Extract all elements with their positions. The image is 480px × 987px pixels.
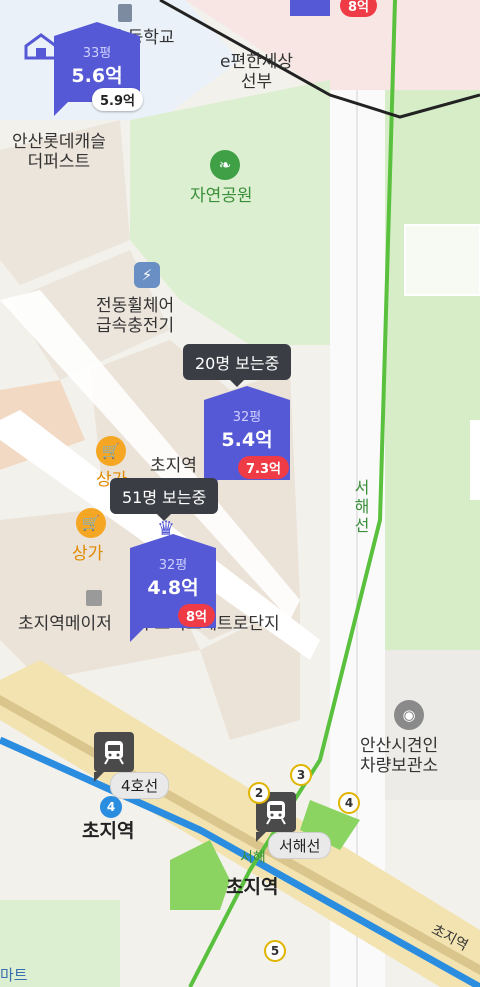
label-rail-west: 서해선	[354, 478, 370, 536]
marker-roof	[54, 22, 140, 36]
exit-badge-5: 5	[264, 940, 286, 962]
marker-tail	[130, 628, 144, 642]
shopping-cart-icon: 🛒	[96, 436, 126, 466]
marker-size: 33평	[82, 46, 112, 61]
landmark-icon	[118, 4, 132, 22]
label-park: 자연공원	[190, 186, 253, 206]
viewers-tooltip-2: 51명 보는중	[110, 478, 219, 521]
marker-roof	[130, 534, 216, 548]
landmark-icon-3: ◉	[394, 700, 424, 730]
line4-chip[interactable]: 4호선	[110, 772, 170, 799]
label-church: e편한세상 선부	[220, 52, 294, 93]
label-vehicle: 안산시견인 차량보관소	[360, 736, 439, 777]
marker-price: 5.6억	[71, 65, 123, 87]
marker-size: 32평	[158, 558, 188, 573]
label-station-left: 초지역	[82, 820, 135, 842]
marker-price: 4.8억	[147, 577, 199, 599]
line4-badge-icon: 4	[100, 796, 122, 818]
label-mart: 마트	[0, 966, 28, 984]
marker-price: 5.4억	[221, 429, 273, 451]
label-apt-left: 안산롯데캐슬 더퍼스트	[12, 132, 106, 173]
marker-2-badge[interactable]: 7.3억	[238, 456, 289, 479]
top-price-badge[interactable]: 8억	[340, 0, 378, 17]
apartment-logo-icon[interactable]	[24, 32, 58, 60]
seohae-chip[interactable]: 서해선	[268, 832, 332, 859]
marker-tail	[54, 102, 68, 116]
top-marker-partial[interactable]	[290, 0, 330, 16]
exit-badge-4: 4	[338, 792, 360, 814]
viewers-tooltip-1: 20명 보는중	[183, 344, 292, 387]
subway-icon[interactable]	[94, 732, 134, 782]
park-icon: ❧	[210, 150, 240, 180]
ev-charger-icon: ⚡	[134, 262, 160, 288]
label-shop2: 상가	[72, 544, 104, 564]
marker-1-badge[interactable]: 5.9억	[92, 88, 143, 111]
exit-badge-3: 3	[290, 764, 312, 786]
shopping-cart-icon-2: 🛒	[76, 508, 106, 538]
marker-size: 32평	[232, 410, 262, 425]
label-ev: 전동휠체어 급속충전기	[96, 296, 175, 337]
label-seohae-small: 서해	[240, 850, 266, 866]
exit-badge-2: 2	[248, 782, 270, 804]
marker-3-badge[interactable]: 8억	[178, 604, 216, 627]
label-station-right: 초지역	[226, 876, 279, 898]
marker-roof	[204, 386, 290, 400]
landmark-icon-2	[86, 590, 102, 606]
